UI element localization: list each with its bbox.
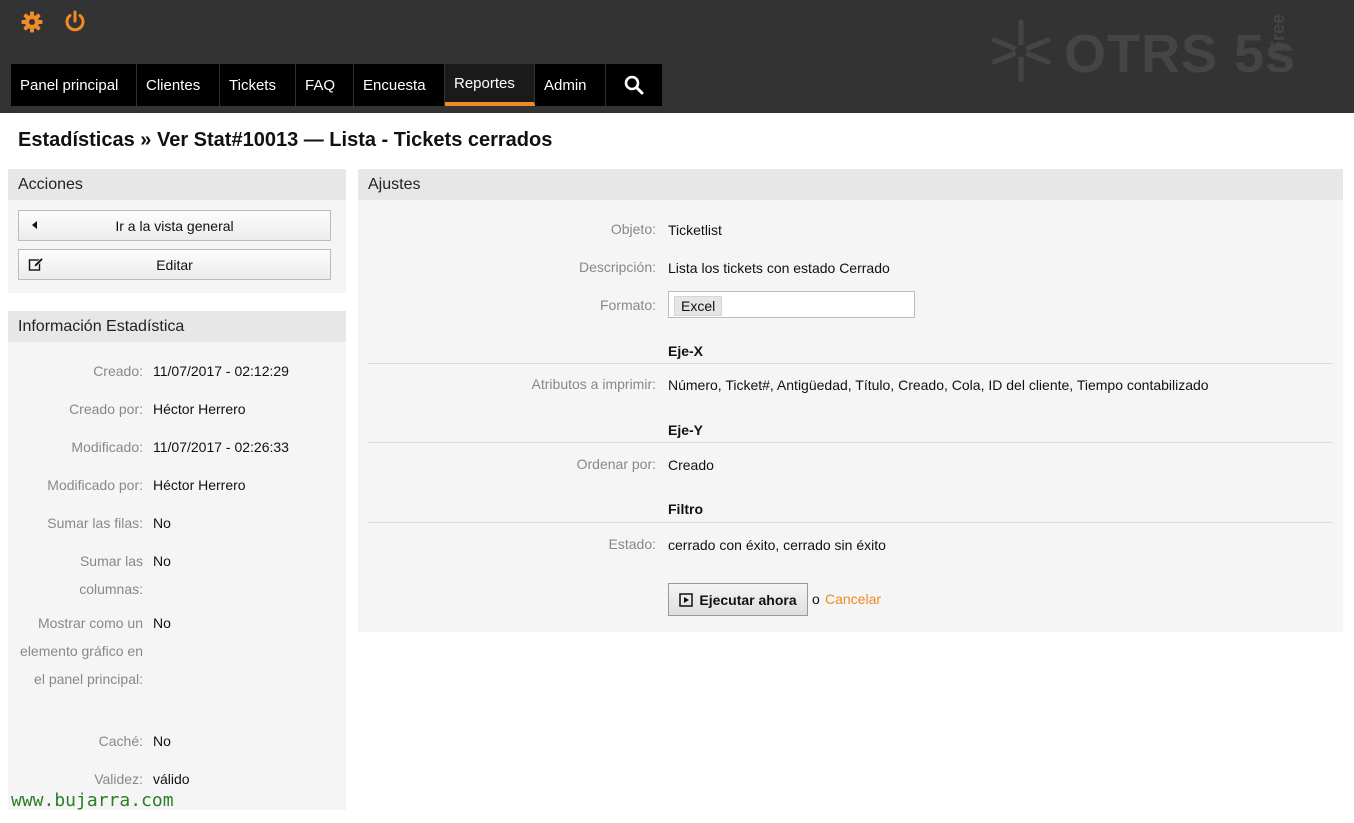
overview-button-label: Ir a la vista general — [115, 217, 234, 234]
otrs-logo: OTRS 5s Free — [988, 14, 1308, 90]
actions-widget: Acciones Ir a la vista general Editar — [8, 169, 346, 293]
nav-item-reportes[interactable]: Reportes — [445, 64, 535, 106]
main-nav: Panel principal Clientes Tickets FAQ Enc… — [11, 64, 662, 106]
or-text: o — [812, 591, 820, 607]
info-label: Modificado: — [71, 439, 143, 455]
attributes-value: Número, Ticket#, Antigüedad, Título, Cre… — [668, 377, 1209, 393]
description-value: Lista los tickets con estado Cerrado — [668, 260, 890, 276]
nav-item-faq[interactable]: FAQ — [296, 64, 354, 106]
info-label: Creado por: — [69, 401, 143, 417]
info-value: No — [153, 553, 171, 569]
logo-free: Free — [1268, 13, 1288, 52]
info-label: Caché: — [98, 733, 143, 749]
nav-item-clientes[interactable]: Clientes — [137, 64, 220, 106]
object-value: Ticketlist — [668, 222, 722, 238]
logo-text: OTRS 5s — [1064, 24, 1297, 84]
object-label: Objeto: — [610, 221, 656, 237]
edit-button-label: Editar — [156, 256, 193, 273]
divider — [368, 363, 1333, 364]
format-label: Formato: — [599, 297, 656, 313]
info-label: Sumar las columnas: — [79, 553, 143, 597]
top-header: OTRS 5s Free Panel principal Clientes Ti… — [0, 0, 1354, 113]
run-now-button[interactable]: Ejecutar ahora — [668, 583, 808, 616]
settings-heading: Ajustes — [358, 169, 1343, 200]
stat-info-heading: Información Estadística — [8, 311, 346, 342]
caret-left-icon — [32, 221, 37, 229]
info-label: Sumar las filas: — [47, 515, 143, 531]
state-label: Estado: — [608, 536, 656, 552]
search-icon — [624, 75, 644, 95]
divider — [368, 442, 1333, 443]
info-value: No — [153, 515, 171, 531]
x-axis-heading: Eje-X — [668, 343, 704, 359]
y-axis-heading: Eje-Y — [668, 422, 704, 438]
format-select[interactable]: Excel — [668, 291, 915, 318]
run-now-label: Ejecutar ahora — [699, 591, 797, 608]
nav-item-panel-principal[interactable]: Panel principal — [11, 64, 137, 106]
info-value: Héctor Herrero — [153, 477, 246, 493]
info-value: válido — [153, 771, 190, 787]
info-value: 11/07/2017 - 02:26:33 — [153, 439, 289, 455]
overview-button[interactable]: Ir a la vista general — [18, 210, 331, 241]
format-chip: Excel — [674, 296, 723, 316]
order-label: Ordenar por: — [576, 456, 656, 472]
info-value: No — [153, 733, 171, 749]
info-label: Validez: — [94, 771, 143, 787]
watermark: www.bujarra.com — [11, 790, 174, 811]
edit-icon — [28, 257, 44, 271]
page-title: Estadísticas » Ver Stat#10013 — Lista - … — [18, 129, 553, 151]
nav-item-encuesta[interactable]: Encuesta — [354, 64, 445, 106]
info-value: Héctor Herrero — [153, 401, 246, 417]
nav-item-tickets[interactable]: Tickets — [220, 64, 296, 106]
stat-info-widget: Información Estadística Creado: 11/07/20… — [8, 311, 346, 810]
power-icon[interactable] — [63, 10, 87, 34]
order-value: Creado — [668, 457, 714, 473]
gear-icon[interactable] — [20, 10, 44, 34]
settings-widget: Ajustes Objeto: Ticketlist Descripción: … — [358, 169, 1343, 632]
edit-button[interactable]: Editar — [18, 249, 331, 280]
description-label: Descripción: — [578, 259, 656, 275]
attributes-label: Atributos a imprimir: — [531, 376, 656, 392]
info-value: 11/07/2017 - 02:12:29 — [153, 363, 289, 379]
cancel-link[interactable]: Cancelar — [825, 591, 881, 607]
info-label: Modificado por: — [47, 477, 143, 493]
info-label: Creado: — [93, 363, 143, 379]
divider — [368, 522, 1333, 523]
nav-item-admin[interactable]: Admin — [535, 64, 606, 106]
info-value: No — [153, 615, 171, 631]
filter-heading: Filtro — [668, 501, 703, 517]
play-icon — [679, 592, 694, 607]
info-label: Mostrar como un elemento gráfico en el p… — [20, 615, 143, 687]
nav-search[interactable] — [606, 64, 662, 106]
state-value: cerrado con éxito, cerrado sin éxito — [668, 537, 886, 553]
actions-heading: Acciones — [8, 169, 346, 200]
otrs-star-icon — [991, 19, 1051, 83]
